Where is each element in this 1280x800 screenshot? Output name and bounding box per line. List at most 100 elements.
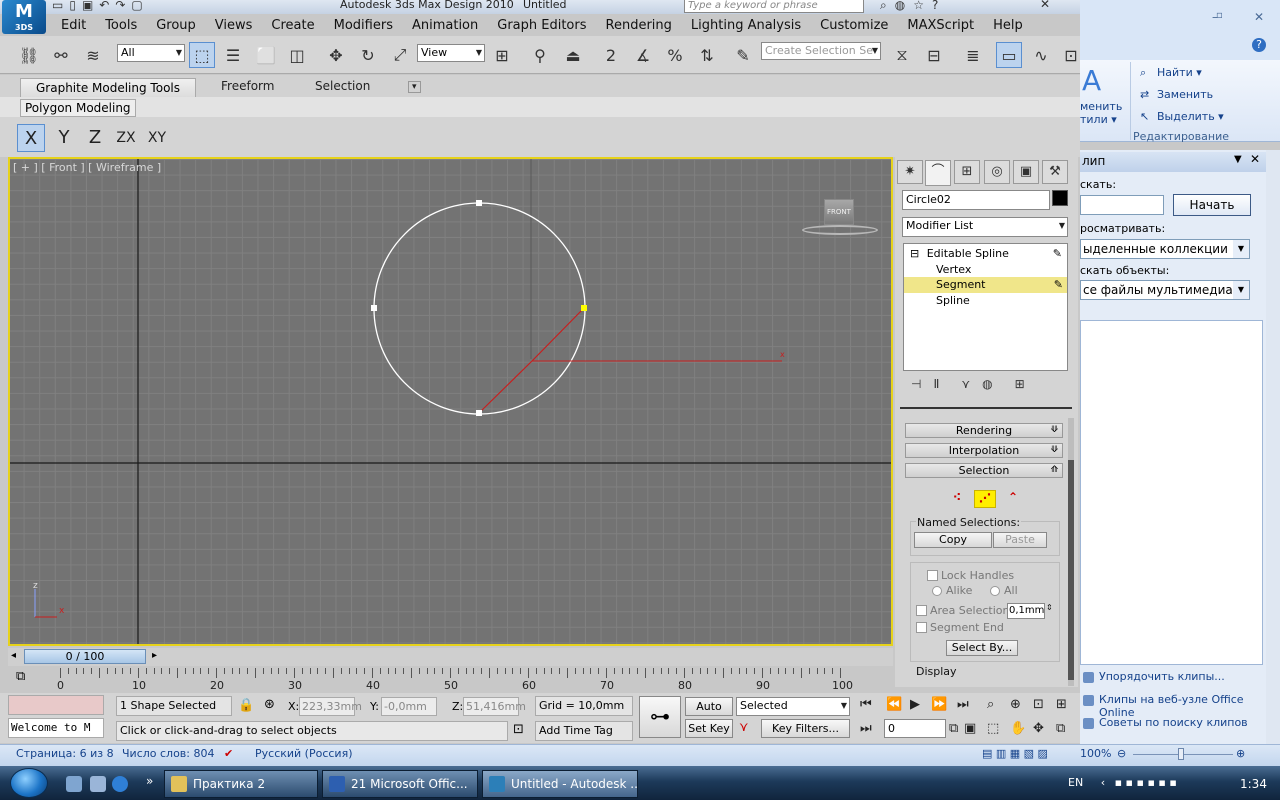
undo-icon[interactable]: ↶ (99, 0, 109, 12)
zoom-extents-icon[interactable]: ⊡ (1033, 697, 1044, 712)
zoom-slider-thumb[interactable] (1178, 748, 1184, 760)
ribbon-options-icon[interactable]: ▾ (408, 81, 421, 93)
menu-edit[interactable]: Edit (50, 16, 94, 36)
hierarchy-tab-icon[interactable]: ⊞ (954, 160, 980, 184)
selection-filter-select[interactable]: All (117, 44, 185, 62)
word-help-icon[interactable]: ? (1252, 38, 1266, 52)
all-radio[interactable] (990, 586, 1000, 596)
viewport-label[interactable]: [ + ] [ Front ] [ Wireframe ] (13, 161, 161, 174)
word-count[interactable]: Число слов: 804 (122, 747, 215, 760)
spline-mode-icon[interactable]: ⌃ (1002, 490, 1024, 508)
unlink-icon[interactable]: ⚯ (48, 42, 74, 68)
menu-graph-editors[interactable]: Graph Editors (486, 16, 594, 36)
goto-end-icon[interactable]: ⏭ (957, 697, 969, 712)
menu-customize[interactable]: Customize (809, 16, 896, 36)
menu-animation[interactable]: Animation (401, 16, 486, 36)
command-panel-scroll-thumb[interactable] (1068, 460, 1074, 680)
zoom-extents-all-icon[interactable]: ⊞ (1056, 697, 1067, 712)
tray-icons[interactable]: ▪ ▪ ▪ ▪ ▪ ▪ (1115, 776, 1177, 789)
select-manipulate-icon[interactable]: ⚲ (527, 42, 553, 68)
maxscript-listener[interactable]: Welcome to M (8, 718, 104, 738)
viewport-scene[interactable]: x (10, 159, 891, 644)
area-selection-checkbox[interactable] (916, 605, 927, 616)
segment-mode-icon[interactable]: ⋰ (974, 490, 996, 508)
rectangular-selection-icon[interactable]: ⬜ (253, 42, 279, 68)
help-search-input[interactable]: Type a keyword or phrase (684, 0, 864, 13)
viewcube[interactable]: FRONT (824, 199, 854, 225)
word-restore-icon[interactable]: ▫ (1216, 10, 1223, 21)
hold-icon[interactable]: ▢ (131, 0, 142, 12)
named-selection-input[interactable]: Create Selection Se (761, 42, 881, 60)
select-and-move-icon[interactable]: ✥ (323, 42, 349, 68)
paste-button[interactable]: Paste (993, 532, 1047, 548)
axis-y-button[interactable]: Y (50, 124, 78, 152)
organize-clips-link[interactable]: Упорядочить клипы... (1099, 670, 1225, 683)
area-selection-spinner[interactable]: 0,1mm (1007, 603, 1045, 619)
reference-coord-select[interactable]: View (417, 44, 485, 62)
curve-editor-icon[interactable]: ∿ (1028, 42, 1054, 68)
key-filters-button[interactable]: Key Filters... (761, 719, 850, 738)
spinner-arrows-icon[interactable]: ⇕ (1046, 603, 1053, 612)
modify-tab-icon[interactable]: ⌒ (925, 160, 951, 186)
maximize-viewport-icon[interactable]: ⧉ (1056, 721, 1065, 736)
language-status[interactable]: Русский (Россия) (255, 747, 353, 760)
axis-x-button[interactable]: X (17, 124, 45, 152)
start-button[interactable] (10, 768, 48, 798)
percent-snap-icon[interactable]: % (662, 42, 688, 68)
key-mode-toggle-icon[interactable]: ⏭ (860, 721, 872, 736)
key-mode-select[interactable]: Selected (736, 697, 850, 716)
pan-hand-icon[interactable]: ✋ (1010, 721, 1026, 736)
region-zoom-icon[interactable]: ⬚ (987, 721, 999, 736)
menu-modifiers[interactable]: Modifiers (323, 16, 401, 36)
go-button[interactable]: Начать (1173, 194, 1251, 216)
rollout-rendering[interactable]: Rendering ⟱ (905, 423, 1063, 438)
select-by-button[interactable]: Select By... (946, 640, 1018, 656)
y-coord-field[interactable]: -0,0mm (381, 697, 437, 716)
maxscript-output[interactable] (8, 695, 104, 715)
tips-link[interactable]: Советы по поиску клипов (1099, 716, 1248, 729)
remove-modifier-icon[interactable]: ◍ (982, 377, 992, 395)
time-slider-thumb[interactable]: 0 / 100 (24, 649, 146, 664)
snaps-toggle-icon[interactable]: 2 (598, 42, 624, 68)
close-icon[interactable]: ✕ (1040, 0, 1050, 11)
taskbar-item-folder[interactable]: Практика 2 (164, 770, 318, 798)
tab-selection[interactable]: Selection (315, 79, 370, 93)
bind-space-warp-icon[interactable]: ≋ (80, 42, 106, 68)
motion-tab-icon[interactable]: ◎ (984, 160, 1010, 184)
menu-lighting-analysis[interactable]: Lighting Analysis (680, 16, 809, 36)
results-type-select[interactable]: се файлы мультимедиа (1080, 280, 1250, 300)
search-icon[interactable]: ⌕ (880, 0, 887, 13)
collapse-toggle-icon[interactable]: ⊟ (910, 247, 919, 260)
new-file-icon[interactable]: ▭ (52, 0, 63, 12)
menu-views[interactable]: Views (204, 16, 261, 36)
goto-start-icon[interactable]: ⏮ (860, 697, 872, 712)
edit-named-selection-icon[interactable]: ✎ (730, 42, 756, 68)
menu-rendering[interactable]: Rendering (595, 16, 680, 36)
clip-search-input[interactable] (1080, 195, 1164, 215)
time-tag-icon[interactable]: ⊡ (513, 722, 524, 737)
trackbar-toggle-icon[interactable]: ⧉ (16, 669, 25, 684)
menu-create[interactable]: Create (260, 16, 322, 36)
z-coord-field[interactable]: 51,416mm (463, 697, 526, 716)
change-styles-line1[interactable]: менить (1080, 100, 1122, 113)
taskbar-item-3dsmax[interactable]: Untitled - Autodesk ... (482, 770, 638, 798)
window-crossing-icon[interactable]: ◫ (284, 42, 310, 68)
change-styles-line2[interactable]: тили ▾ (1080, 113, 1117, 126)
align-icon[interactable]: ⊟ (921, 42, 947, 68)
axis-zx-button[interactable]: ZX (112, 124, 140, 152)
set-key-mode-icon[interactable]: ⊶ (639, 696, 681, 738)
app-logo[interactable]: M 3DS (2, 0, 46, 34)
display-tab-icon[interactable]: ▣ (1013, 160, 1039, 184)
select-by-name-icon[interactable]: ☰ (220, 42, 246, 68)
zoom-level[interactable]: 100% (1080, 747, 1111, 760)
pivot-center-icon[interactable]: ⊞ (489, 42, 515, 68)
favorites-star-icon[interactable]: ☆ (913, 0, 924, 13)
lock-selection-icon[interactable]: 🔒 (238, 698, 254, 713)
word-close-icon[interactable]: ✕ (1254, 10, 1264, 24)
tray-expand-icon[interactable]: ‹ (1101, 776, 1105, 789)
object-color-swatch[interactable] (1052, 190, 1068, 206)
clip-results-list[interactable] (1080, 320, 1263, 665)
menu-tools[interactable]: Tools (94, 16, 145, 36)
object-name-field[interactable]: Circle02 (902, 190, 1050, 210)
menu-maxscript[interactable]: MAXScript (896, 16, 982, 36)
